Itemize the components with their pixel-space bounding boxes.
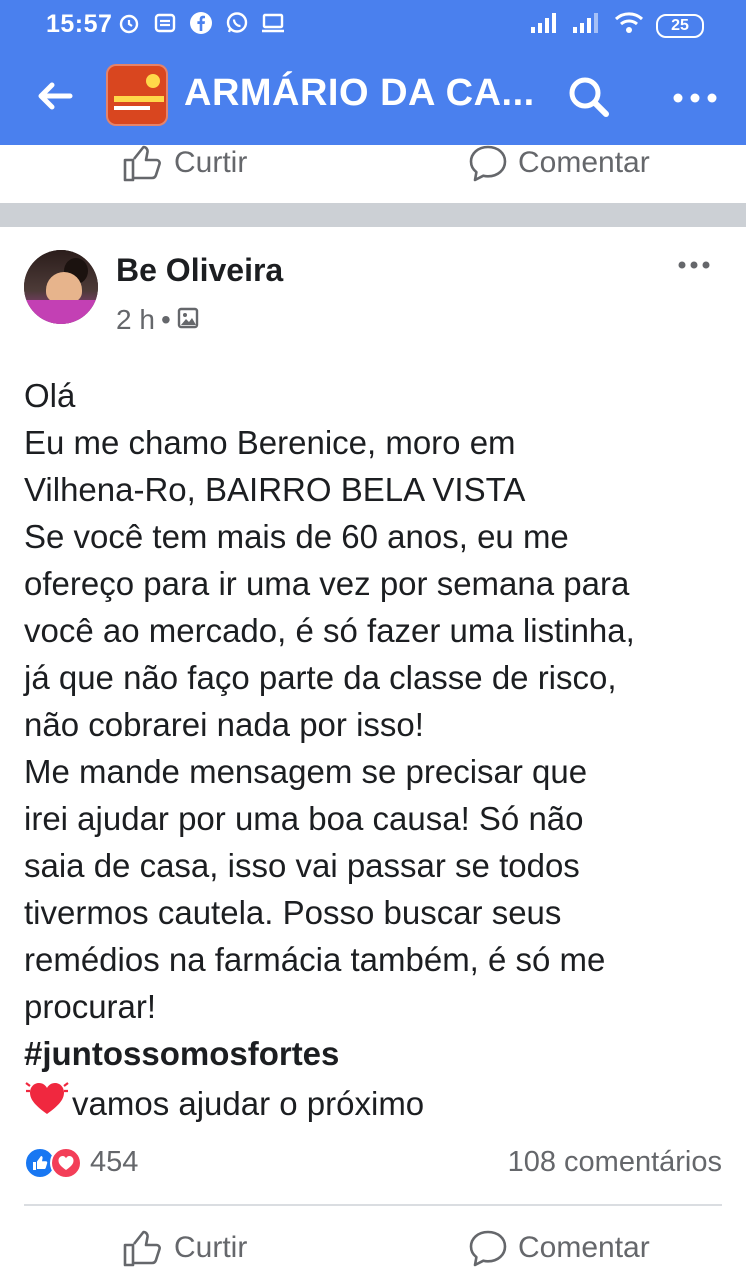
more-icon[interactable] [670,78,720,118]
page-title[interactable]: ARMÁRIO DA CA... [184,72,535,115]
heart-icon [24,1077,70,1129]
photo-icon [177,304,199,336]
reactions-summary[interactable]: 454 [24,1146,138,1179]
like-icon [123,1230,161,1267]
post-line: já que não faço parte da classe de risco… [24,659,617,696]
alarm-icon [116,10,142,36]
like-label: Curtir [174,1231,248,1264]
actions-divider [24,1204,722,1206]
like-icon [123,145,161,182]
comment-icon [469,1230,507,1267]
comment-label: Comentar [518,146,650,179]
post-line: saia de casa, isso vai passar se todos [24,847,580,884]
monitor-icon [260,10,286,36]
meta-separator: • [160,304,171,335]
comment-icon [469,145,507,182]
post-line: procurar! [24,988,157,1025]
post-line: ofereço para ir uma vez por semana para [24,565,630,602]
post-body: Olá Eu me chamo Berenice, moro em Vilhen… [24,372,724,1129]
post-line: Se você tem mais de 60 anos, eu me [24,518,569,555]
battery-icon: 25 [656,13,704,38]
previous-like-button[interactable]: Curtir [122,143,247,183]
post-line: Eu me chamo Berenice, moro em [24,424,516,461]
post-line: tivermos cautela. Posso buscar seus [24,894,562,931]
post-line: irei ajudar por uma boa causa! Só não [24,800,584,837]
closing-text: vamos ajudar o próximo [72,1084,425,1122]
post-line: não cobrarei nada por isso! [24,706,424,743]
comment-button[interactable]: Comentar [468,1228,650,1268]
back-arrow-icon[interactable] [30,72,78,120]
closing-line: vamos ajudar o próximo [24,1077,724,1129]
love-reaction-icon [50,1146,82,1179]
post-line: Olá [24,377,76,414]
post-meta: 2 h • [116,304,199,336]
post-line: você ao mercado, é só fazer uma listinha… [24,612,635,649]
post-time[interactable]: 2 h [116,304,155,336]
news-icon [152,10,178,36]
search-icon[interactable] [566,74,612,120]
previous-comment-button[interactable]: Comentar [468,143,650,183]
app-bar: 15:57 25 ARMÁRIO DA CA... [0,0,746,145]
comment-count[interactable]: 108 comentários [508,1146,722,1179]
avatar[interactable] [24,250,98,324]
post-line: Vilhena-Ro, BAIRRO BELA VISTA [24,471,526,508]
like-label: Curtir [174,146,248,179]
notification-icons [116,10,286,36]
status-time: 15:57 [46,10,113,38]
feed-divider [0,203,746,227]
signal-icon [572,13,602,38]
signal-icon [530,13,560,38]
battery-level: 25 [671,16,689,34]
wifi-icon [614,12,644,39]
page-logo[interactable] [106,64,168,126]
system-icons: 25 [530,12,704,39]
reaction-count: 454 [90,1146,139,1178]
status-bar: 15:57 25 [0,0,746,50]
post-line: Me mande mensagem se precisar que [24,753,588,790]
like-button[interactable]: Curtir [122,1228,247,1268]
page-header: ARMÁRIO DA CA... [0,50,746,145]
author-name[interactable]: Be Oliveira [116,252,283,289]
facebook-icon [188,10,214,36]
whatsapp-icon [224,10,250,36]
post-options-icon[interactable] [676,252,716,278]
comment-label: Comentar [518,1231,650,1264]
post-line: remédios na farmácia também, é só me [24,941,606,978]
hashtag-link[interactable]: #juntossomosfortes [24,1030,724,1077]
